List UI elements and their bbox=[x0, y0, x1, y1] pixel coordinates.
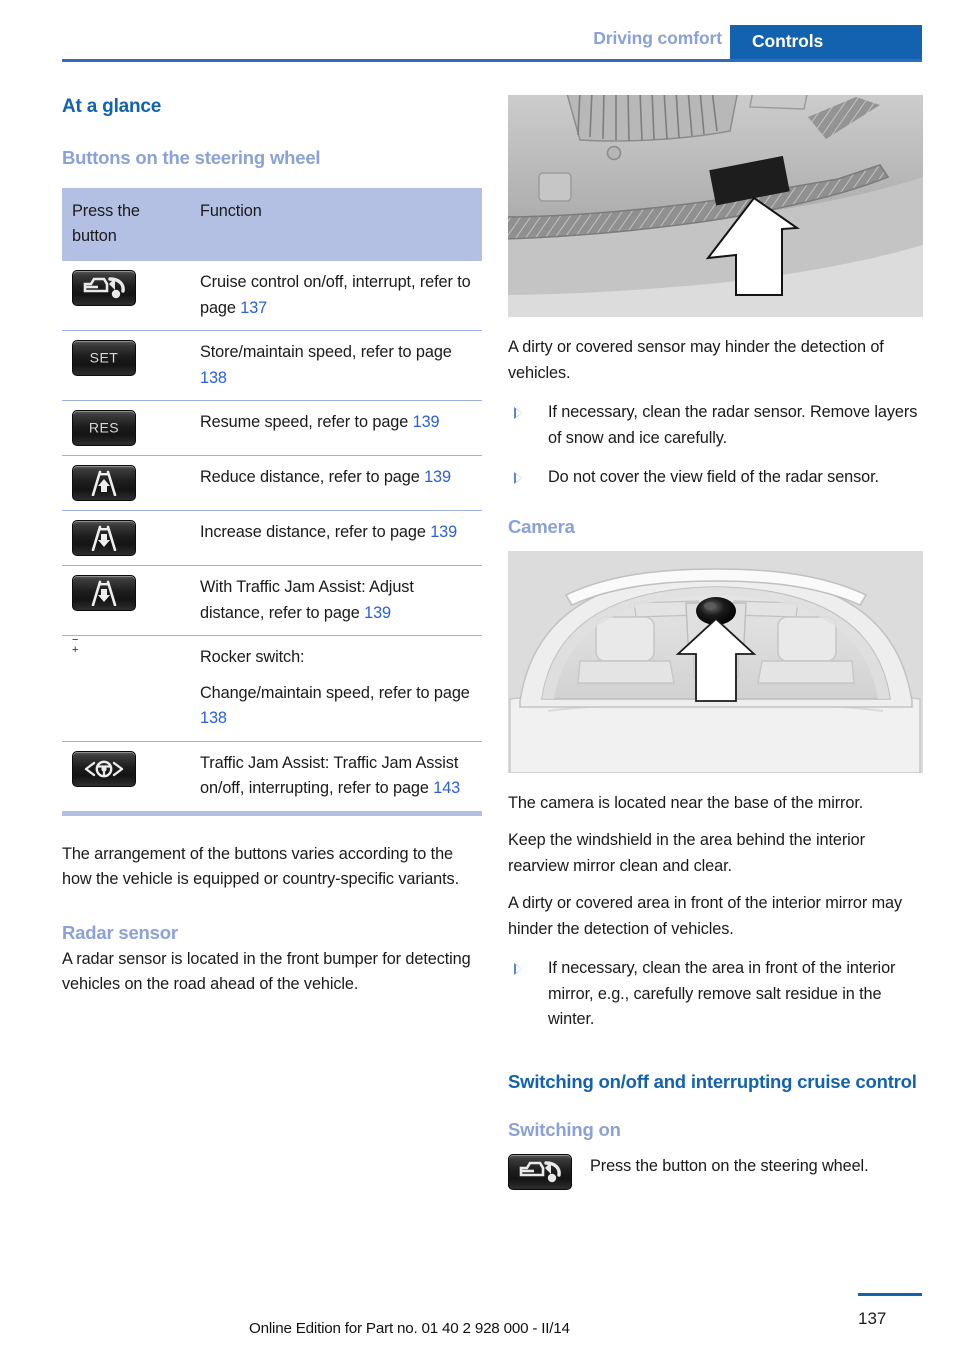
page-title: At a glance bbox=[62, 96, 162, 117]
page-number: 137 bbox=[858, 1309, 887, 1328]
page-reference-link[interactable]: 139 bbox=[413, 413, 440, 431]
row-text: Store/maintain speed, refer to page bbox=[200, 343, 452, 361]
table-row: Traffic Jam Assist: Traffic Jam Assist o… bbox=[62, 740, 482, 811]
page-reference-link[interactable]: 138 bbox=[200, 709, 227, 727]
buttons-section-heading: Buttons on the steering wheel bbox=[62, 147, 321, 168]
page-header: Driving comfort Controls bbox=[0, 0, 954, 62]
radar-dirty-note: A dirty or covered sensor may hinder the… bbox=[508, 338, 884, 382]
camera-paragraph-3: A dirty or covered area in front of the … bbox=[508, 894, 903, 938]
switching-on-step: Press the button on the steering wheel. bbox=[508, 1153, 923, 1190]
switching-section-heading: Switching on/off and interrupting cruise… bbox=[508, 1070, 917, 1092]
table-cell-function: Rocker switch: Change/maintain speed, re… bbox=[182, 635, 482, 741]
row-text-second: Change/maintain speed, refer to page 138 bbox=[200, 681, 474, 732]
radar-sensor-heading: Radar sensor bbox=[62, 921, 178, 943]
page-reference-link[interactable]: 138 bbox=[200, 369, 227, 387]
adjust-distance-button-icon bbox=[72, 575, 136, 611]
camera-paragraph-2: Keep the windshield in the area behind t… bbox=[508, 831, 865, 875]
camera-paragraph-1: The camera is located near the base of t… bbox=[508, 793, 864, 812]
table-cell-function: Increase distance, refer to page 139 bbox=[182, 510, 482, 566]
switching-on-subheading: Switching on bbox=[508, 1118, 621, 1140]
set-button-label: SET bbox=[89, 349, 119, 366]
table-cell-icon bbox=[62, 510, 182, 566]
cruise-control-button-icon bbox=[508, 1153, 572, 1190]
table-cell-icon: SET bbox=[62, 330, 182, 401]
buttons-arrangement-note: The arrangement of the buttons varies ac… bbox=[62, 844, 460, 889]
header-section-tab: Controls bbox=[730, 25, 922, 59]
table-cell-function: With Traffic Jam Assist: Adjust distance… bbox=[182, 565, 482, 636]
table-row: SET Store/maintain speed, refer to page … bbox=[62, 330, 482, 401]
page-reference-link[interactable]: 139 bbox=[430, 523, 457, 541]
list-item: If necessary, clean the radar sensor. Re… bbox=[508, 400, 923, 451]
right-column: A dirty or covered sensor may hinder the… bbox=[508, 95, 923, 1190]
bullet-triangle-icon bbox=[514, 472, 522, 484]
page-reference-link[interactable]: 143 bbox=[433, 779, 460, 797]
table-row: Increase distance, refer to page 139 bbox=[62, 510, 482, 566]
table-col-header-press-the-button: Press the button bbox=[62, 188, 182, 261]
table-col-header-function: Function bbox=[182, 188, 482, 261]
table-cell-icon: + − bbox=[62, 635, 182, 741]
reduce-distance-button-icon bbox=[72, 465, 136, 501]
table-bottom-rule bbox=[62, 810, 482, 816]
radar-bullet-list: If necessary, clean the radar sensor. Re… bbox=[508, 400, 923, 491]
res-button-label: RES bbox=[88, 419, 120, 436]
header-section-label: Controls bbox=[752, 31, 824, 51]
table-cell-function: Store/maintain speed, refer to page 138 bbox=[182, 330, 482, 401]
res-button-icon: RES bbox=[72, 410, 136, 446]
row-text: Traffic Jam Assist: Traffic Jam Assist o… bbox=[200, 753, 459, 798]
table-cell-function: Resume speed, refer to page 139 bbox=[182, 400, 482, 456]
table-row: Reduce distance, refer to page 139 bbox=[62, 455, 482, 511]
traffic-jam-assist-button-icon bbox=[72, 750, 136, 787]
list-item: If necessary, clean the area in front of… bbox=[508, 956, 923, 1033]
camera-figure bbox=[508, 550, 923, 773]
table-cell-function: Traffic Jam Assist: Traffic Jam Assist o… bbox=[182, 740, 482, 811]
camera-heading: Camera bbox=[508, 515, 575, 537]
list-item-text: Do not cover the view field of the radar… bbox=[548, 468, 879, 486]
header-rule bbox=[62, 59, 922, 62]
table-cell-function: Cruise control on/off, interrupt, refer … bbox=[182, 261, 482, 331]
row-text: Reduce distance, refer to page bbox=[200, 468, 425, 486]
table-row: Cruise control on/off, interrupt, refer … bbox=[62, 261, 482, 331]
set-button-icon: SET bbox=[72, 340, 136, 376]
cruise-control-button-icon bbox=[72, 270, 136, 306]
step-icon-wrapper bbox=[508, 1153, 572, 1190]
page-reference-link[interactable]: 139 bbox=[424, 468, 451, 486]
list-item: Do not cover the view field of the radar… bbox=[508, 465, 923, 491]
table-row: RES Resume speed, refer to page 139 bbox=[62, 400, 482, 456]
bullet-triangle-icon bbox=[514, 963, 522, 975]
footer-edition-text: Online Edition for Part no. 01 40 2 928 … bbox=[249, 1320, 570, 1337]
list-item-text: If necessary, clean the radar sensor. Re… bbox=[548, 403, 918, 447]
table-cell-icon bbox=[62, 740, 182, 811]
page-reference-link[interactable]: 137 bbox=[240, 299, 267, 317]
list-item-text: If necessary, clean the area in front of… bbox=[548, 959, 896, 1028]
table-cell-icon bbox=[62, 455, 182, 511]
table-header-row: Press the button Function bbox=[62, 188, 482, 261]
camera-bullet-list: If necessary, clean the area in front of… bbox=[508, 956, 923, 1033]
table-cell-icon: RES bbox=[62, 400, 182, 456]
footer-rule bbox=[858, 1293, 922, 1296]
table-cell-icon bbox=[62, 565, 182, 636]
switching-on-step-text: Press the button on the steering wheel. bbox=[590, 1156, 869, 1175]
table-cell-icon bbox=[62, 261, 182, 331]
page-footer: 137 Online Edition for Part no. 01 40 2 … bbox=[0, 1274, 954, 1354]
page-reference-link[interactable]: 139 bbox=[364, 604, 391, 622]
row-text-second-label: Change/maintain speed, refer to page bbox=[200, 683, 470, 702]
table-cell-function: Reduce distance, refer to page 139 bbox=[182, 455, 482, 511]
table-row: + − Rocker switch: Change/maintain speed… bbox=[62, 635, 482, 741]
row-text: Increase distance, refer to page bbox=[200, 523, 431, 541]
bullet-triangle-icon bbox=[514, 407, 522, 419]
row-text: Rocker switch: bbox=[200, 648, 305, 666]
steering-wheel-buttons-table: Press the button Function Cruise control… bbox=[62, 188, 482, 811]
table-row: With Traffic Jam Assist: Adjust distance… bbox=[62, 565, 482, 636]
header-chapter-label: Driving comfort bbox=[593, 28, 722, 48]
radar-sensor-figure bbox=[508, 95, 923, 317]
left-column: At a glance Buttons on the steering whee… bbox=[62, 95, 482, 998]
increase-distance-button-icon bbox=[72, 520, 136, 556]
radar-sensor-body: A radar sensor is located in the front b… bbox=[62, 949, 471, 994]
row-text: Resume speed, refer to page bbox=[200, 413, 413, 431]
